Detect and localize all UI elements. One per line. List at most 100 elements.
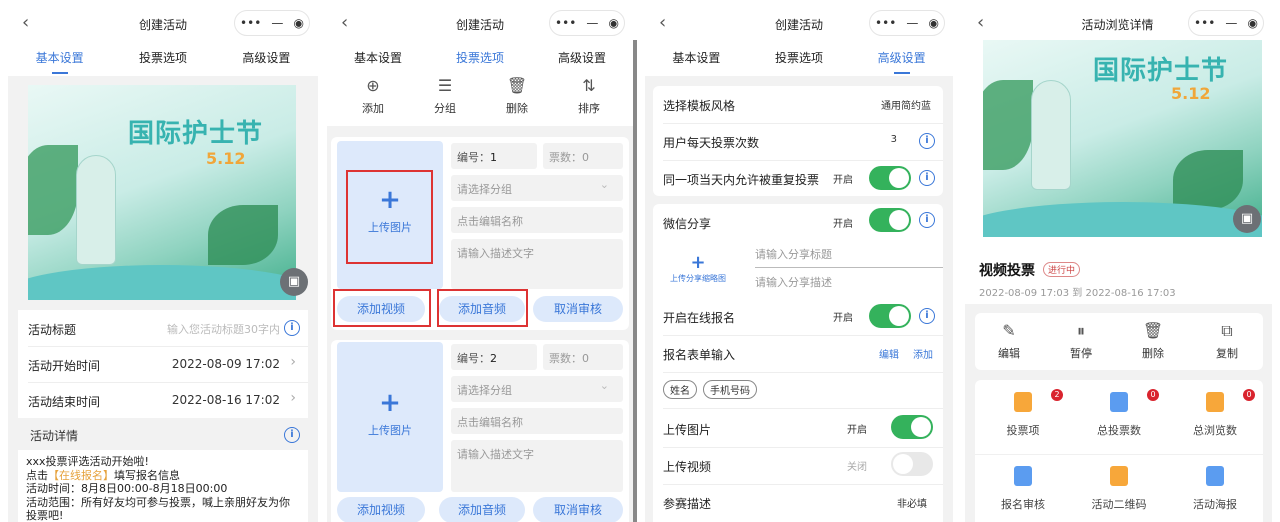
share-title-input[interactable]: 请输入分享标题 xyxy=(755,246,943,268)
field-chip-phone[interactable]: 手机号码 xyxy=(703,380,757,399)
repeat-vote-toggle[interactable] xyxy=(869,166,911,190)
chevron-right-icon: › xyxy=(290,390,296,406)
grid-signup-review[interactable]: 报名审核 xyxy=(975,466,1071,512)
edit-link[interactable]: 编辑 xyxy=(879,346,899,361)
grid-poster[interactable]: 活动海报 xyxy=(1167,466,1263,512)
nav-header: ‹ 活动浏览详情 ••• — ◉ xyxy=(963,0,1272,40)
tab-basic[interactable]: 基本设置 xyxy=(645,46,748,76)
minimize-icon[interactable]: — xyxy=(586,16,598,30)
row-label: 上传图片 xyxy=(663,423,712,437)
tab-options[interactable]: 投票选项 xyxy=(111,46,214,76)
title-input[interactable]: 输入您活动标题30字内 xyxy=(167,321,280,337)
add-audio-button[interactable]: 添加音频 xyxy=(439,497,525,522)
copy-button[interactable]: ⧉ 复制 xyxy=(1207,321,1247,361)
activity-name: 视频投票 xyxy=(979,263,1035,279)
image-change-icon[interactable]: ▣ xyxy=(280,268,308,296)
row-daily-votes[interactable]: 用户每天投票次数 3 i xyxy=(653,123,943,159)
row-online-signup: 开启在线报名 开启 i xyxy=(653,298,943,334)
share-toggle[interactable] xyxy=(869,208,911,232)
more-icon[interactable]: ••• xyxy=(875,16,896,30)
scrollbar[interactable] xyxy=(633,40,637,522)
info-icon[interactable]: i xyxy=(284,427,300,443)
capsule-menu[interactable]: ••• — ◉ xyxy=(549,10,625,36)
upload-label: 上传图片 xyxy=(368,424,412,437)
row-end-time[interactable]: 活动结束时间 2022-08-16 17:02 › xyxy=(18,382,308,418)
grid-label: 活动海报 xyxy=(1193,498,1237,511)
tab-advanced[interactable]: 高级设置 xyxy=(850,46,953,76)
cancel-review-button[interactable]: 取消审核 xyxy=(533,296,623,322)
row-label: 同一项当天内允许被重复投票 xyxy=(663,173,820,187)
row-form-input: 报名表单输入 编辑 添加 xyxy=(653,335,943,371)
detail-textarea[interactable]: xxx投票评选活动开始啦! 点击【在线报名】填写报名信息 活动时间：8月8日00… xyxy=(18,450,308,522)
detail-line: xxx投票评选活动开始啦! xyxy=(26,455,149,468)
add-button[interactable]: ⊕ 添加 xyxy=(355,76,391,116)
capsule-menu[interactable]: ••• — ◉ xyxy=(1188,10,1264,36)
close-icon[interactable]: ◉ xyxy=(293,16,303,30)
grid-qrcode[interactable]: 活动二维码 xyxy=(1071,466,1167,512)
edit-icon: ✎ xyxy=(1002,321,1016,340)
description-textarea[interactable]: 请输入描述文字 xyxy=(451,239,623,289)
upload-share-thumbnail[interactable]: + 上传分享缩略图 xyxy=(661,252,735,284)
add-video-button[interactable]: 添加视频 xyxy=(337,497,425,522)
image-change-icon[interactable]: ▣ xyxy=(1233,205,1261,233)
close-icon[interactable]: ◉ xyxy=(1247,16,1257,30)
row-start-time[interactable]: 活动开始时间 2022-08-09 17:02 › xyxy=(18,346,308,382)
name-input[interactable]: 点击编辑名称 xyxy=(451,408,623,434)
vote-item-card: + 上传图片 编号：2 票数：0 请选择分组 ⌄ 点击编辑名称 请输入描述文字 添加… xyxy=(331,340,629,522)
sort-button[interactable]: ⇅ 排序 xyxy=(571,76,607,116)
plus-icon: + xyxy=(690,252,706,273)
upload-image-toggle[interactable] xyxy=(891,415,933,439)
pause-icon: ⏸ xyxy=(1076,321,1085,340)
plus-circle-icon: ⊕ xyxy=(366,76,380,95)
group-select[interactable]: 请选择分组 ⌄ xyxy=(451,175,623,201)
info-icon[interactable]: i xyxy=(919,170,935,186)
tool-label: 编辑 xyxy=(998,347,1020,360)
field-chip-name[interactable]: 姓名 xyxy=(663,380,697,399)
share-desc-input[interactable]: 请输入分享描述 xyxy=(755,274,943,290)
tab-basic[interactable]: 基本设置 xyxy=(8,46,111,76)
name-input[interactable]: 点击编辑名称 xyxy=(451,207,623,233)
group-select[interactable]: 请选择分组 ⌄ xyxy=(451,376,623,402)
row-template[interactable]: 选择模板风格 通用简约蓝 xyxy=(653,86,943,122)
info-icon[interactable]: i xyxy=(284,320,300,336)
delete-button[interactable]: 🗑 删除 xyxy=(1133,321,1173,361)
close-icon[interactable]: ◉ xyxy=(608,16,618,30)
minimize-icon[interactable]: — xyxy=(271,16,283,30)
tab-options[interactable]: 投票选项 xyxy=(748,46,851,76)
delete-button[interactable]: 🗑 删除 xyxy=(499,76,535,116)
pause-button[interactable]: ⏸ 暂停 xyxy=(1061,321,1101,361)
tool-label: 暂停 xyxy=(1070,347,1092,360)
minimize-icon[interactable]: — xyxy=(1225,16,1237,30)
grid-label: 活动二维码 xyxy=(1091,498,1147,511)
info-icon[interactable]: i xyxy=(919,308,935,324)
group-button[interactable]: ☰ 分组 xyxy=(427,76,463,116)
number-field[interactable]: 编号：1 xyxy=(451,143,537,169)
trash-icon: 🗑 xyxy=(1142,321,1164,340)
share-signup-card: 微信分享 开启 i + 上传分享缩略图 请输入分享标题 请输入分享描述 开启在线报名开… xyxy=(653,204,943,522)
capsule-menu[interactable]: ••• — ◉ xyxy=(234,10,310,36)
add-link[interactable]: 添加 xyxy=(913,346,933,361)
upload-video-toggle[interactable] xyxy=(891,452,933,476)
tab-advanced[interactable]: 高级设置 xyxy=(215,46,318,76)
row-label: 选择模板风格 xyxy=(663,99,736,113)
signup-toggle[interactable] xyxy=(869,304,911,328)
info-icon[interactable]: i xyxy=(919,212,935,228)
info-icon[interactable]: i xyxy=(919,133,935,149)
activity-dates: 2022-08-09 17:03 到 2022-08-16 17:03 xyxy=(979,288,1176,299)
tab-bar: 基本设置 投票选项 高级设置 xyxy=(8,46,318,76)
row-title[interactable]: 活动标题 输入您活动标题30字内 i xyxy=(18,310,308,346)
tool-label: 添加 xyxy=(362,102,384,115)
capsule-menu[interactable]: ••• — ◉ xyxy=(869,10,945,36)
upload-image-button[interactable]: + 上传图片 xyxy=(337,342,443,492)
cancel-review-button[interactable]: 取消审核 xyxy=(533,497,623,522)
edit-button[interactable]: ✎ 编辑 xyxy=(989,321,1029,361)
more-icon[interactable]: ••• xyxy=(240,16,261,30)
more-icon[interactable]: ••• xyxy=(555,16,576,30)
minimize-icon[interactable]: — xyxy=(906,16,918,30)
group-placeholder: 请选择分组 xyxy=(457,183,512,196)
more-icon[interactable]: ••• xyxy=(1194,16,1215,30)
row-entry-description[interactable]: 参赛描述 非必填 xyxy=(653,484,943,520)
description-textarea[interactable]: 请输入描述文字 xyxy=(451,440,623,492)
close-icon[interactable]: ◉ xyxy=(928,16,938,30)
number-field[interactable]: 编号：2 xyxy=(451,344,537,370)
